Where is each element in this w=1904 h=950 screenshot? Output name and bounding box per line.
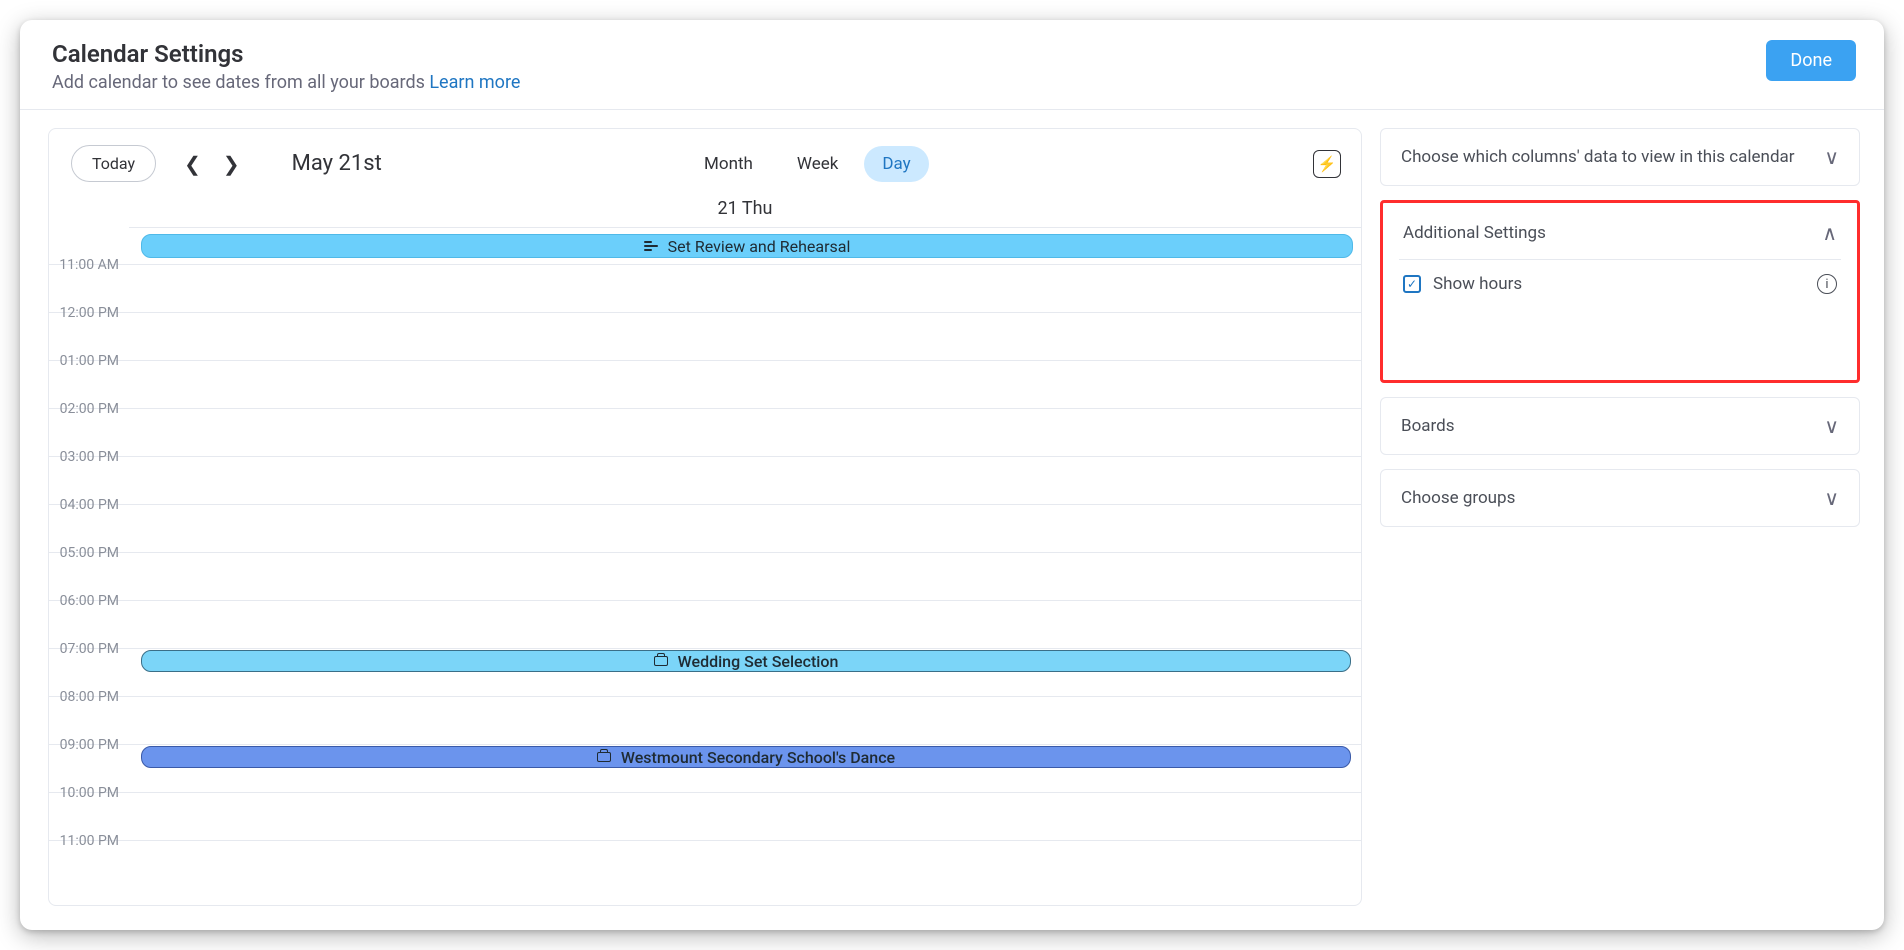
header-text: Calendar Settings Add calendar to see da… [52, 40, 520, 93]
event-type-icon [644, 241, 658, 251]
time-cell[interactable] [129, 265, 1361, 312]
subtitle-text: Add calendar to see dates from all your … [52, 72, 429, 93]
time-label: 12:00 PM [49, 305, 129, 352]
done-button[interactable]: Done [1766, 40, 1856, 81]
groups-section-header[interactable]: Choose groups ∨ [1381, 470, 1859, 526]
boards-section[interactable]: Boards ∨ [1380, 397, 1860, 455]
time-cell[interactable] [129, 457, 1361, 504]
time-row: 01:00 PM [49, 360, 1361, 408]
time-cell[interactable] [129, 697, 1361, 744]
time-row: 08:00 PM [49, 696, 1361, 744]
additional-settings-header[interactable]: Additional Settings ∧ [1383, 203, 1857, 259]
time-cell[interactable] [129, 361, 1361, 408]
columns-section-header[interactable]: Choose which columns' data to view in th… [1381, 129, 1859, 185]
event-title: Wedding Set Selection [678, 652, 839, 671]
time-label: 02:00 PM [49, 401, 129, 448]
time-label: 09:00 PM [49, 737, 129, 784]
chevron-down-icon: ∨ [1824, 145, 1839, 169]
page-subtitle: Add calendar to see dates from all your … [52, 72, 520, 93]
boards-section-header[interactable]: Boards ∨ [1381, 398, 1859, 454]
calendar-grid: 21 Thu Set Review and Rehearsal 11:00 AM… [49, 192, 1361, 905]
modal-header: Calendar Settings Add calendar to see da… [20, 20, 1884, 110]
calendar-event[interactable]: Wedding Set Selection [141, 650, 1351, 672]
time-cell[interactable] [129, 553, 1361, 600]
show-hours-row: ✓ Show hours i [1383, 260, 1857, 308]
time-label: 04:00 PM [49, 497, 129, 544]
time-label: 06:00 PM [49, 593, 129, 640]
groups-section-title: Choose groups [1401, 488, 1515, 508]
show-hours-checkbox[interactable]: ✓ [1403, 275, 1421, 293]
boards-section-title: Boards [1401, 416, 1455, 436]
prev-arrow-icon[interactable]: ❮ [178, 148, 207, 180]
additional-settings-section: Additional Settings ∧ ✓ Show hours i [1383, 203, 1857, 308]
calendar-toolbar: Today ❮ ❯ May 21st Month Week Day ⚡ [49, 129, 1361, 192]
settings-sidebar: Choose which columns' data to view in th… [1380, 128, 1860, 906]
columns-section-title: Choose which columns' data to view in th… [1401, 147, 1795, 167]
briefcase-icon [597, 752, 611, 762]
calendar-settings-modal: Calendar Settings Add calendar to see da… [20, 20, 1884, 930]
view-week-button[interactable]: Week [779, 146, 856, 182]
calendar-event[interactable]: Westmount Secondary School's Dance [141, 746, 1351, 768]
time-row: 05:00 PM [49, 552, 1361, 600]
time-row: 03:00 PM [49, 456, 1361, 504]
time-label: 08:00 PM [49, 689, 129, 736]
briefcase-icon [654, 656, 668, 666]
columns-section[interactable]: Choose which columns' data to view in th… [1380, 128, 1860, 186]
automation-icon[interactable]: ⚡ [1313, 150, 1341, 178]
calendar-panel: Today ❮ ❯ May 21st Month Week Day ⚡ 21 T… [48, 128, 1362, 906]
time-cell[interactable] [129, 313, 1361, 360]
additional-settings-title: Additional Settings [1403, 223, 1546, 243]
time-label: 07:00 PM [49, 641, 129, 688]
time-label: 10:00 PM [49, 785, 129, 832]
time-row: 10:00 PM [49, 792, 1361, 840]
time-row: 04:00 PM [49, 504, 1361, 552]
allday-event-title: Set Review and Rehearsal [668, 237, 851, 256]
time-cell[interactable] [129, 505, 1361, 552]
time-grid: 11:00 AM12:00 PM01:00 PM02:00 PM03:00 PM… [49, 264, 1361, 888]
time-cell[interactable] [129, 793, 1361, 840]
time-label: 05:00 PM [49, 545, 129, 592]
time-row: 06:00 PM [49, 600, 1361, 648]
time-cell[interactable] [129, 841, 1361, 888]
modal-body: Today ❮ ❯ May 21st Month Week Day ⚡ 21 T… [20, 110, 1884, 930]
time-label: 11:00 PM [49, 833, 129, 880]
time-row: 11:00 PM [49, 840, 1361, 888]
time-cell[interactable] [129, 601, 1361, 648]
info-icon[interactable]: i [1817, 274, 1837, 294]
allday-event[interactable]: Set Review and Rehearsal [141, 234, 1353, 258]
time-label: 01:00 PM [49, 353, 129, 400]
next-arrow-icon[interactable]: ❯ [217, 148, 246, 180]
chevron-down-icon: ∨ [1824, 414, 1839, 438]
time-cell[interactable] [129, 409, 1361, 456]
today-button[interactable]: Today [71, 145, 156, 182]
chevron-down-icon: ∨ [1824, 486, 1839, 510]
page-title: Calendar Settings [52, 40, 520, 68]
learn-more-link[interactable]: Learn more [429, 72, 520, 93]
day-header: 21 Thu [129, 192, 1361, 228]
current-date-label: May 21st [292, 151, 382, 176]
additional-settings-highlight: Additional Settings ∧ ✓ Show hours i [1380, 200, 1860, 383]
view-switch: Month Week Day [686, 146, 929, 182]
time-label: 11:00 AM [49, 257, 129, 304]
time-row: 12:00 PM [49, 312, 1361, 360]
time-row: 11:00 AM [49, 264, 1361, 312]
chevron-up-icon: ∧ [1822, 221, 1837, 245]
date-nav: ❮ ❯ [178, 148, 246, 180]
event-title: Westmount Secondary School's Dance [621, 748, 895, 767]
view-month-button[interactable]: Month [686, 146, 771, 182]
time-label: 03:00 PM [49, 449, 129, 496]
show-hours-label: Show hours [1433, 274, 1522, 294]
time-row: 02:00 PM [49, 408, 1361, 456]
groups-section[interactable]: Choose groups ∨ [1380, 469, 1860, 527]
view-day-button[interactable]: Day [864, 146, 928, 182]
